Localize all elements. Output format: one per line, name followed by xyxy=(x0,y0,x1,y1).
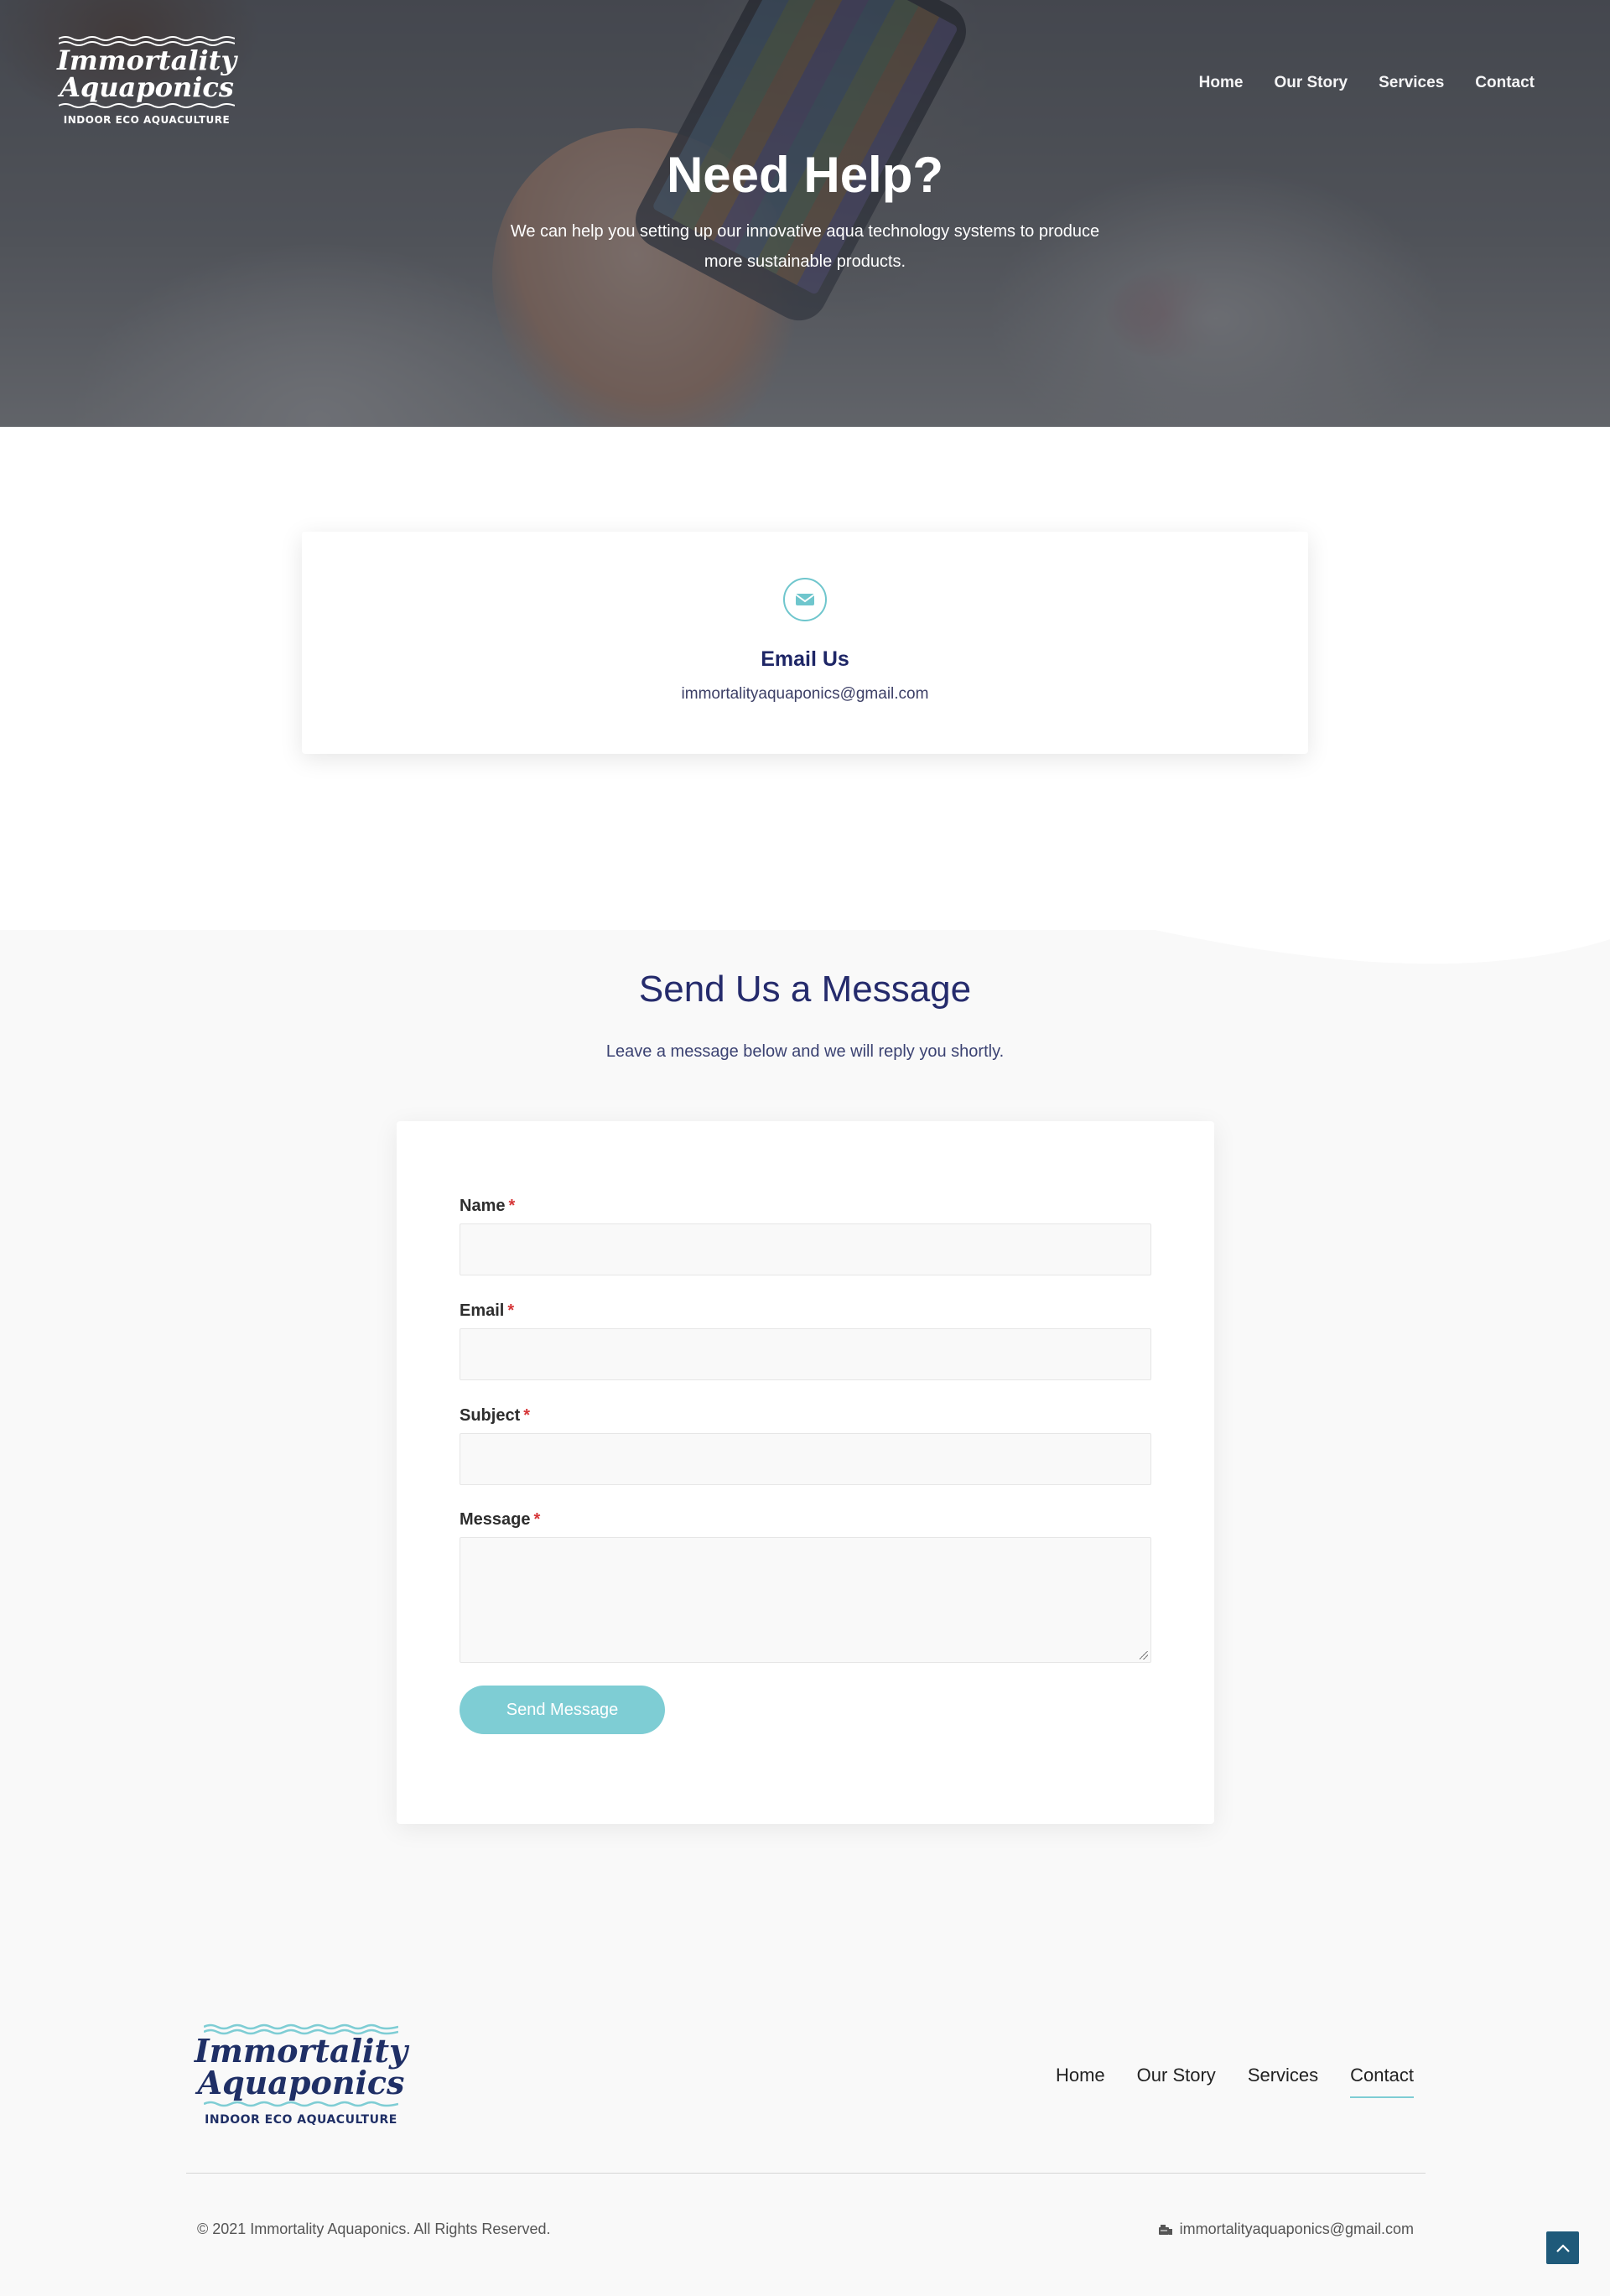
scroll-to-top-button[interactable] xyxy=(1546,2231,1579,2264)
subject-field[interactable] xyxy=(460,1433,1151,1485)
section-wave-divider xyxy=(0,822,1610,964)
footer-logo-line1: Immortality xyxy=(194,2032,408,2070)
footer-nav-contact[interactable]: Contact xyxy=(1350,2065,1414,2098)
logo-text-line1: Immortality xyxy=(56,44,237,76)
email-label: Email * xyxy=(460,1301,515,1320)
footer-nav-our-story[interactable]: Our Story xyxy=(1137,2065,1216,2098)
footer-logo-tagline: INDOOR ECO AQUACULTURE xyxy=(205,2113,397,2127)
envelope-icon xyxy=(783,578,827,621)
contact-form: Name * Email * Subject * Message * Send Mess… xyxy=(397,1121,1214,1824)
footer-email-address: immortalityaquaponics@gmail.com xyxy=(1179,2221,1414,2237)
chevron-up-icon xyxy=(1555,2243,1570,2252)
footer-logo[interactable]: Immortality Aquaponics INDOOR ECO AQUACU… xyxy=(195,2023,408,2127)
mail-box-icon xyxy=(1158,2224,1172,2235)
message-textarea[interactable] xyxy=(460,1537,1151,1663)
logo-tagline: INDOOR ECO AQUACULTURE xyxy=(63,114,231,126)
footer-nav-services[interactable]: Services xyxy=(1248,2065,1318,2098)
email-us-card: Email Us immortalityaquaponics@gmail.com xyxy=(302,532,1308,754)
resize-handle-icon[interactable] xyxy=(1140,1651,1148,1660)
hero-title: Need Help? xyxy=(666,147,944,203)
email-us-title: Email Us xyxy=(761,647,849,671)
nav-our-story[interactable]: Our Story xyxy=(1274,74,1348,92)
copyright-text: © 2021 Immortality Aquaponics. All Right… xyxy=(197,2221,551,2237)
nav-home[interactable]: Home xyxy=(1199,74,1244,92)
hero-subtitle: We can help you setting up our innovativ… xyxy=(510,222,1100,271)
hero-banner: Immortality Aquaponics INDOOR ECO AQUACU… xyxy=(0,0,1610,427)
nav-services[interactable]: Services xyxy=(1379,74,1444,92)
name-field[interactable] xyxy=(460,1223,1151,1275)
email-us-address[interactable]: immortalityaquaponics@gmail.com xyxy=(302,685,1308,704)
nav-contact[interactable]: Contact xyxy=(1475,74,1535,92)
footer-divider xyxy=(186,2173,1426,2174)
send-message-button[interactable]: Send Message xyxy=(460,1686,665,1734)
footer-email[interactable]: immortalityaquaponics@gmail.com xyxy=(1158,2221,1414,2238)
form-section-subtitle: Leave a message below and we will reply … xyxy=(605,1042,1005,1061)
main-nav: Home Our Story Services Contact xyxy=(1199,74,1535,92)
site-logo[interactable]: Immortality Aquaponics INDOOR ECO AQUACU… xyxy=(56,35,237,126)
footer-nav-home[interactable]: Home xyxy=(1056,2065,1105,2098)
subject-label: Subject * xyxy=(460,1406,531,1425)
footer-logo-line2: Aquaponics xyxy=(197,2064,405,2101)
footer-nav: Home Our Story Services Contact xyxy=(1056,2065,1414,2098)
name-label: Name * xyxy=(460,1197,516,1215)
logo-text-line2: Aquaponics xyxy=(60,71,234,103)
form-section-title: Send Us a Message xyxy=(638,969,972,1010)
message-label: Message * xyxy=(460,1510,541,1529)
email-field[interactable] xyxy=(460,1328,1151,1380)
